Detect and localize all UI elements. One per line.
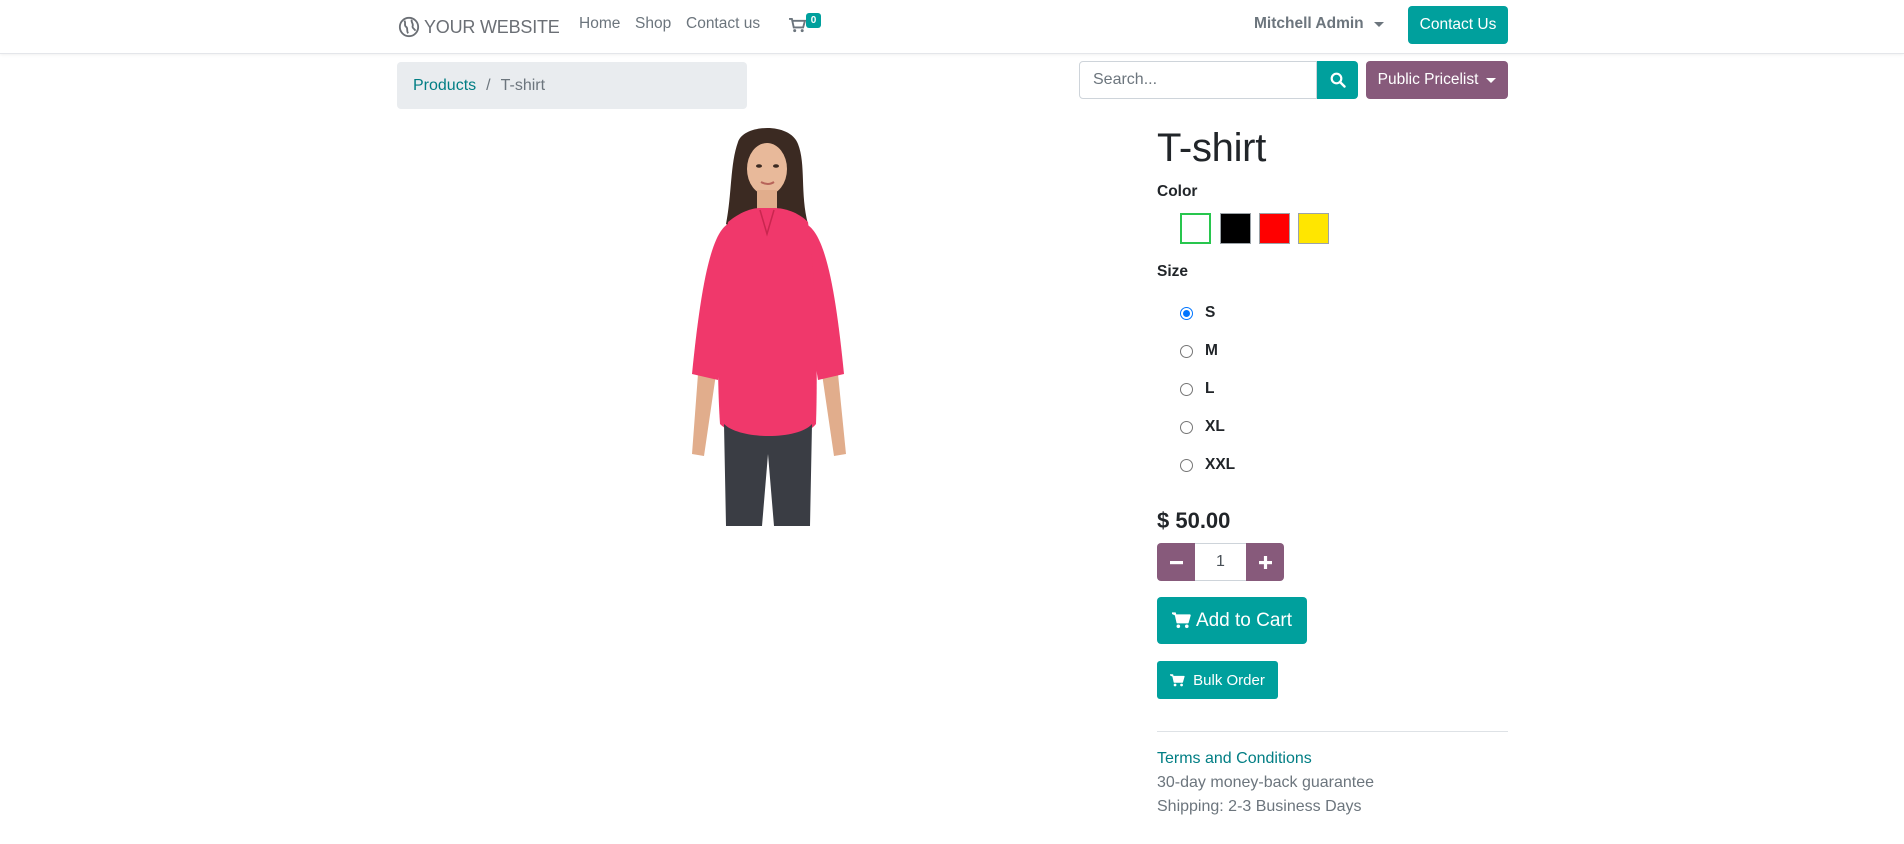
radio-button[interactable] (1180, 382, 1193, 396)
breadcrumb-separator: / (486, 76, 491, 94)
breadcrumb: Products / T-shirt (397, 62, 747, 109)
size-label: Size (1157, 263, 1189, 280)
add-to-cart-label: Add to Cart (1195, 609, 1293, 631)
quantity-increase-button[interactable] (1246, 543, 1284, 581)
size-option-xl[interactable]: XL (1180, 418, 1225, 436)
site-logo[interactable]: YOUR WEBSITE (398, 11, 560, 43)
size-option-xxl[interactable]: XXL (1180, 456, 1235, 474)
search-input[interactable] (1079, 61, 1317, 99)
shopping-cart-icon (1170, 673, 1185, 686)
color-swatch-black[interactable] (1220, 213, 1251, 244)
quantity-decrease-button[interactable] (1157, 543, 1195, 581)
shopping-cart-icon (1171, 612, 1191, 629)
product-image[interactable] (640, 124, 886, 526)
terms-and-conditions-link[interactable]: Terms and Conditions (1157, 750, 1312, 768)
cart-count-badge: 0 (806, 13, 821, 28)
size-option-label: M (1205, 342, 1218, 359)
product-title: T-shirt (1157, 126, 1267, 170)
bulk-order-label: Bulk Order (1193, 671, 1265, 689)
size-option-s[interactable]: S (1180, 304, 1215, 322)
shopping-cart-icon (789, 18, 806, 33)
top-navbar: YOUR WEBSITE Home Shop Contact us 0 Mitc… (0, 0, 1904, 54)
search-button[interactable] (1317, 61, 1358, 99)
plus-icon (1258, 555, 1272, 569)
add-to-cart-button[interactable]: Add to Cart (1157, 597, 1307, 644)
minus-icon (1169, 560, 1183, 564)
search-icon (1330, 72, 1346, 88)
contact-us-button[interactable]: Contact Us (1408, 6, 1508, 44)
radio-button[interactable] (1180, 420, 1193, 434)
chevron-down-icon (1373, 21, 1384, 27)
nav-home[interactable]: Home (579, 15, 620, 33)
quantity-stepper (1157, 543, 1284, 581)
pricelist-dropdown[interactable]: Public Pricelist (1366, 61, 1508, 99)
color-label: Color (1157, 183, 1198, 200)
radio-button[interactable] (1180, 306, 1193, 320)
color-swatch-yellow[interactable] (1298, 213, 1329, 244)
size-option-l[interactable]: L (1180, 380, 1214, 398)
product-price: $ 50.00 (1157, 508, 1231, 533)
chevron-down-icon (1486, 77, 1497, 83)
pricelist-label: Public Pricelist (1377, 71, 1479, 88)
breadcrumb-products-link[interactable]: Products (413, 77, 476, 95)
size-option-label: L (1205, 380, 1215, 397)
search-group (1079, 61, 1321, 99)
color-swatch-red[interactable] (1259, 213, 1290, 244)
bulk-order-button[interactable]: Bulk Order (1157, 661, 1278, 699)
size-option-label: S (1205, 304, 1216, 321)
divider (1157, 731, 1508, 732)
nav-contact-us[interactable]: Contact us (686, 15, 760, 33)
user-name: Mitchell Admin (1254, 15, 1364, 32)
logo-text: YOUR WEBSITE (424, 16, 560, 37)
globe-icon (398, 16, 420, 38)
nav-shop[interactable]: Shop (635, 15, 671, 33)
user-menu-dropdown[interactable]: Mitchell Admin (1254, 15, 1384, 33)
radio-button[interactable] (1180, 344, 1193, 358)
color-swatch-white[interactable] (1180, 213, 1211, 244)
quantity-input[interactable] (1195, 543, 1246, 581)
shipping-text: Shipping: 2-3 Business Days (1157, 798, 1362, 815)
radio-button[interactable] (1180, 458, 1193, 472)
cart-link[interactable]: 0 (788, 13, 824, 37)
size-option-label: XL (1205, 418, 1225, 435)
size-option-label: XXL (1205, 456, 1236, 473)
guarantee-text: 30-day money-back guarantee (1157, 774, 1375, 791)
breadcrumb-current: T-shirt (500, 76, 546, 94)
size-option-m[interactable]: M (1180, 342, 1218, 360)
